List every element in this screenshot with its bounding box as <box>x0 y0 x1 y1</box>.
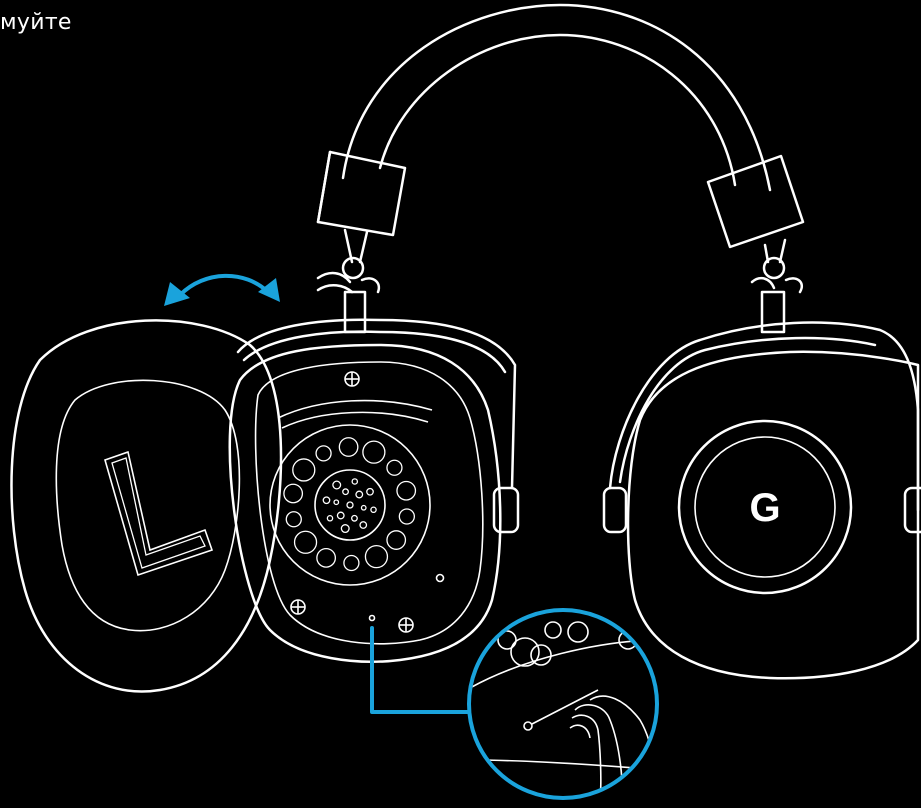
speaker-hole <box>359 521 368 529</box>
speaker-hole <box>370 506 377 514</box>
headset-illustration: G L <box>10 3 921 800</box>
right-earcup: G <box>602 321 921 680</box>
speaker-hole <box>351 514 358 522</box>
speaker-hole <box>340 524 350 534</box>
speaker-hole <box>315 445 332 462</box>
speaker-hole <box>386 530 407 550</box>
speaker-hole <box>293 530 318 554</box>
speaker-hole <box>355 490 364 499</box>
left-yoke <box>316 228 381 334</box>
left-earcup <box>228 318 520 663</box>
speaker-hole <box>322 496 331 505</box>
speaker-hole <box>332 480 342 490</box>
headband <box>316 3 805 249</box>
speaker-hole <box>364 544 389 569</box>
speaker-hole <box>362 440 386 464</box>
speaker-hole <box>360 504 367 511</box>
speaker-hole <box>366 487 374 496</box>
speaker-hole <box>333 499 340 506</box>
speaker-hole <box>326 514 334 522</box>
speaker-hole <box>351 478 359 485</box>
speaker-hole <box>342 488 349 496</box>
speaker-hole <box>386 459 403 476</box>
speaker-hole <box>346 501 354 509</box>
g-logo-icon: G <box>749 486 780 530</box>
double-arrow-icon <box>164 273 280 306</box>
speaker-hole <box>336 511 345 520</box>
speaker-hole <box>343 554 360 572</box>
speaker-hole <box>338 437 359 457</box>
speaker-hole <box>398 508 415 525</box>
zoom-callout-icon <box>370 608 659 800</box>
speaker-hole <box>396 480 417 501</box>
speaker-hole <box>316 547 337 568</box>
speaker-hole <box>292 458 316 482</box>
speaker-holes <box>283 437 417 572</box>
left-earpad <box>10 319 283 693</box>
speaker-hole <box>285 511 302 528</box>
speaker-hole <box>283 483 304 504</box>
right-yoke <box>750 238 803 334</box>
